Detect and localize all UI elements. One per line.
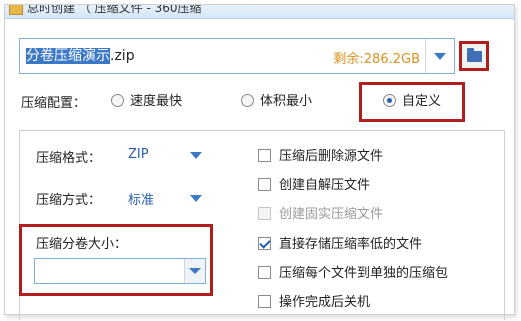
radio-smallest[interactable]: 体积最小 — [241, 90, 312, 110]
option-delete-source[interactable]: 压缩后删除源文件 — [258, 145, 384, 164]
folder-icon — [467, 48, 482, 62]
remaining-space: 剩余:286.2GB — [333, 52, 420, 67]
format-dropdown-icon[interactable] — [190, 152, 202, 159]
checkbox[interactable] — [258, 266, 271, 279]
checkbox[interactable] — [258, 295, 271, 308]
format-select[interactable]: ZIP — [128, 147, 149, 162]
archive-name-combobox[interactable]: 分卷压缩演示.zip 剩余:286.2GB — [19, 38, 455, 74]
method-label: 压缩方式： — [36, 193, 102, 208]
split-size-label: 压缩分卷大小： — [36, 237, 128, 252]
archive-name-extension: .zip — [110, 48, 135, 64]
config-label: 压缩配置： — [21, 96, 87, 111]
checkbox-label: 压缩每个文件到单独的压缩包 — [279, 266, 449, 281]
radio-button[interactable] — [111, 94, 124, 107]
radio-fastest[interactable]: 速度最快 — [111, 90, 182, 110]
checkbox-label: 创建固实压缩文件 — [279, 207, 384, 222]
checkbox-checked[interactable] — [258, 237, 271, 250]
option-solid-archive: 创建固实压缩文件 — [258, 203, 384, 222]
chevron-down-icon — [189, 268, 201, 274]
method-dropdown-icon[interactable] — [190, 195, 202, 202]
archive-name-field[interactable]: 分卷压缩演示.zip — [26, 47, 135, 66]
option-self-extracting[interactable]: 创建自解压文件 — [258, 174, 371, 193]
checkbox[interactable] — [258, 149, 271, 162]
highlight-box — [359, 82, 465, 122]
checkbox-label: 压缩后删除源文件 — [279, 149, 384, 164]
chevron-down-icon — [434, 53, 446, 60]
window-title: 总时创建 （ 压缩文件 - 360压缩 — [27, 4, 202, 15]
split-size-combobox[interactable] — [34, 258, 206, 284]
archive-name-dropdown-button[interactable] — [425, 39, 454, 73]
checkbox-label: 操作完成后关机 — [279, 295, 371, 310]
checkbox-label: 直接存储压缩率低的文件 — [279, 237, 423, 252]
app-icon — [9, 5, 23, 15]
archive-name-selected: 分卷压缩演示 — [26, 48, 110, 64]
checkbox[interactable] — [258, 178, 271, 191]
method-select[interactable]: 标准 — [128, 189, 154, 208]
checkbox-label: 创建自解压文件 — [279, 178, 371, 193]
checkbox — [258, 207, 271, 220]
radio-button[interactable] — [241, 94, 254, 107]
radio-label: 体积最小 — [260, 94, 313, 109]
format-label: 压缩格式： — [36, 151, 102, 166]
option-shutdown[interactable]: 操作完成后关机 — [258, 291, 371, 310]
option-store-low-ratio[interactable]: 直接存储压缩率低的文件 — [258, 233, 423, 252]
option-separate-archives[interactable]: 压缩每个文件到单独的压缩包 — [258, 262, 449, 281]
radio-label: 速度最快 — [130, 94, 183, 109]
title-bar: 总时创建 （ 压缩文件 - 360压缩 — [5, 4, 514, 19]
browse-folder-button[interactable] — [459, 41, 489, 71]
split-size-dropdown-button[interactable] — [184, 259, 205, 283]
